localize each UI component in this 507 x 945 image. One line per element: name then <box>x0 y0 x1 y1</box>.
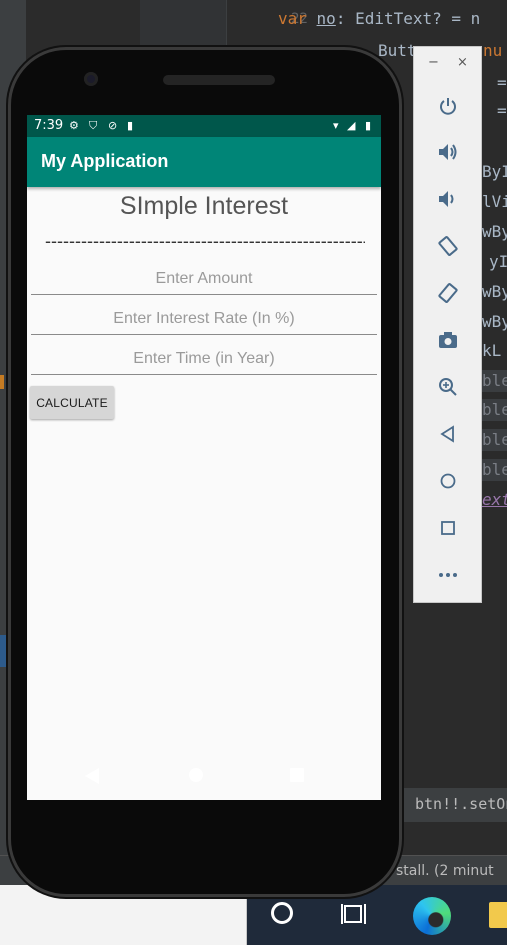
dashed-divider: ----------------------------------------… <box>45 231 365 251</box>
wifi-icon: ▾ <box>333 119 339 132</box>
battery-icon: ▮ <box>365 119 372 132</box>
code-line: var no: EditText? = n <box>278 9 480 28</box>
code-fragment: nu <box>483 41 503 60</box>
android-nav-bar <box>19 753 373 805</box>
emulator-toolbar: − × <box>413 46 482 603</box>
volume-up-icon[interactable] <box>434 138 462 166</box>
status-time: 7:39 <box>34 118 64 133</box>
home-nav-icon[interactable] <box>189 768 203 782</box>
volume-down-icon[interactable] <box>434 185 462 213</box>
camera-icon[interactable] <box>434 326 462 354</box>
sd-card-icon: ▮ <box>127 119 134 132</box>
code-fragment: Butt <box>378 41 417 60</box>
camera-lens-icon <box>84 72 98 86</box>
sync-icon: ⊘ <box>108 119 118 132</box>
code-fragment: wBy <box>482 312 507 331</box>
phone-speaker <box>163 75 275 85</box>
shield-icon: ⛉ <box>89 119 98 132</box>
zoom-icon[interactable] <box>434 373 462 401</box>
code-fragment: wBy <box>482 222 507 241</box>
code-fragment: wBy <box>482 282 507 301</box>
file-explorer-icon[interactable] <box>489 902 507 928</box>
code-fragment: ble <box>482 400 507 419</box>
status-text: stall. (2 minut <box>396 863 494 879</box>
code-fragment: lVi <box>482 192 507 211</box>
ide-marker-blue <box>0 635 6 667</box>
app-bar: My Application <box>27 137 381 187</box>
more-icon[interactable] <box>434 561 462 589</box>
code-rest: : EditText? = n <box>335 9 481 28</box>
amount-input[interactable] <box>31 264 377 295</box>
code-fragment: ext <box>482 490 507 509</box>
calculate-button[interactable]: CALCULATE <box>30 386 114 419</box>
recents-nav-icon[interactable] <box>290 768 304 782</box>
phone-screen: 7:39 ⚙ ⛉ ⊘ ▮ ▾ ◢ ▮ My Application SImple… <box>27 115 381 800</box>
signal-icon: ◢ <box>347 119 356 132</box>
task-view-icon[interactable] <box>341 903 367 925</box>
code-fragment: ble <box>482 371 507 390</box>
minimize-icon[interactable]: − <box>428 55 439 70</box>
bottom-code-text: btn!!.setOnC <box>415 795 507 813</box>
power-icon[interactable] <box>434 92 462 120</box>
code-fragment: ble <box>482 460 507 479</box>
edge-browser-icon[interactable] <box>413 897 451 935</box>
cortana-icon[interactable] <box>271 902 293 924</box>
code-fragment: yI <box>489 252 507 271</box>
overview-icon[interactable] <box>434 514 462 542</box>
code-keyword: var <box>278 9 307 28</box>
settings-icon: ⚙ <box>69 119 79 132</box>
ide-code-bottom: btn!!.setOnC <box>400 788 507 822</box>
rotate-left-icon[interactable] <box>434 232 462 260</box>
interest-rate-input[interactable] <box>31 304 377 335</box>
code-fragment: = <box>497 73 507 92</box>
code-identifier: no <box>316 9 336 28</box>
app-title: My Application <box>41 151 169 171</box>
code-fragment: = <box>497 101 507 120</box>
page-heading: SImple Interest <box>119 192 289 220</box>
code-fragment: kL <box>482 341 502 360</box>
close-icon[interactable]: × <box>457 55 468 70</box>
android-status-bar: 7:39 ⚙ ⛉ ⊘ ▮ ▾ ◢ ▮ <box>27 115 381 137</box>
rotate-right-icon[interactable] <box>434 279 462 307</box>
code-fragment: ByI <box>482 162 507 181</box>
back-nav-icon[interactable] <box>85 768 99 784</box>
code-fragment: ble <box>482 430 507 449</box>
time-input[interactable] <box>31 344 377 375</box>
back-icon[interactable] <box>434 420 462 448</box>
home-icon[interactable] <box>434 467 462 495</box>
ide-marker <box>0 375 4 389</box>
